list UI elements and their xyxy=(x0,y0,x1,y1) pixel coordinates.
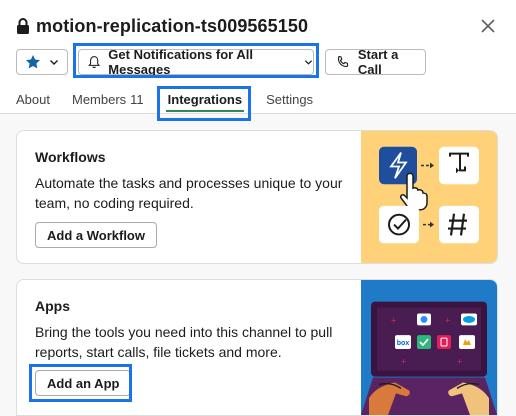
tab-settings[interactable]: Settings xyxy=(266,92,313,112)
apps-title: Apps xyxy=(35,298,70,314)
apps-card: Apps Bring the tools you need into this … xyxy=(16,279,498,416)
start-call-label: Start a Call xyxy=(357,47,399,77)
close-button[interactable] xyxy=(476,14,500,38)
tab-settings-label: Settings xyxy=(266,92,314,107)
svg-text:+: + xyxy=(391,315,396,325)
close-icon xyxy=(481,19,495,33)
box-logo: box xyxy=(397,340,410,347)
channel-title: motion-replication-ts009565150 xyxy=(36,15,309,36)
members-count: 11 xyxy=(130,92,144,107)
apps-description: Bring the tools you need into this chann… xyxy=(35,324,333,360)
channel-header: motion-replication-ts009565150 Get Notif… xyxy=(0,0,516,114)
apps-illustration: box + + + + xyxy=(361,280,497,415)
workflows-description: Automate the tasks and processes unique … xyxy=(35,175,343,211)
tab-members-label: Members xyxy=(71,92,127,107)
channel-tabs: About Members 11 Integrations Settings xyxy=(16,92,335,114)
tab-about-label: About xyxy=(16,92,50,107)
add-workflow-button[interactable]: Add a Workflow xyxy=(35,222,157,248)
start-call-button[interactable]: Start a Call xyxy=(325,47,426,77)
svg-text:+: + xyxy=(445,315,450,325)
apps-body: Apps Bring the tools you need into this … xyxy=(35,298,353,362)
tab-members[interactable]: Members 11 xyxy=(72,92,144,112)
notifications-label: Get Notifications for All Messages xyxy=(108,47,253,77)
workflow-illustration xyxy=(361,131,497,263)
svg-text:+: + xyxy=(457,357,462,367)
workflows-card: Workflows Automate the tasks and process… xyxy=(16,130,498,264)
star-icon xyxy=(26,55,40,69)
chevron-down-icon xyxy=(50,60,58,65)
bell-icon xyxy=(88,56,101,69)
notifications-button[interactable]: Get Notifications for All Messages xyxy=(78,47,314,77)
svg-text:+: + xyxy=(401,357,406,367)
lock-icon xyxy=(16,18,30,34)
workflows-body: Workflows Automate the tasks and process… xyxy=(35,149,353,213)
star-dropdown-button[interactable] xyxy=(16,49,68,75)
workflows-title: Workflows xyxy=(35,149,106,165)
tab-integrations[interactable]: Integrations xyxy=(165,92,245,112)
add-app-button[interactable]: Add an App xyxy=(35,370,132,396)
tab-about[interactable]: About xyxy=(16,92,50,112)
phone-icon xyxy=(337,55,349,67)
tab-integrations-label: Integrations xyxy=(167,92,243,107)
title-row: motion-replication-ts009565150 xyxy=(16,14,308,38)
chevron-down-icon xyxy=(304,60,313,65)
